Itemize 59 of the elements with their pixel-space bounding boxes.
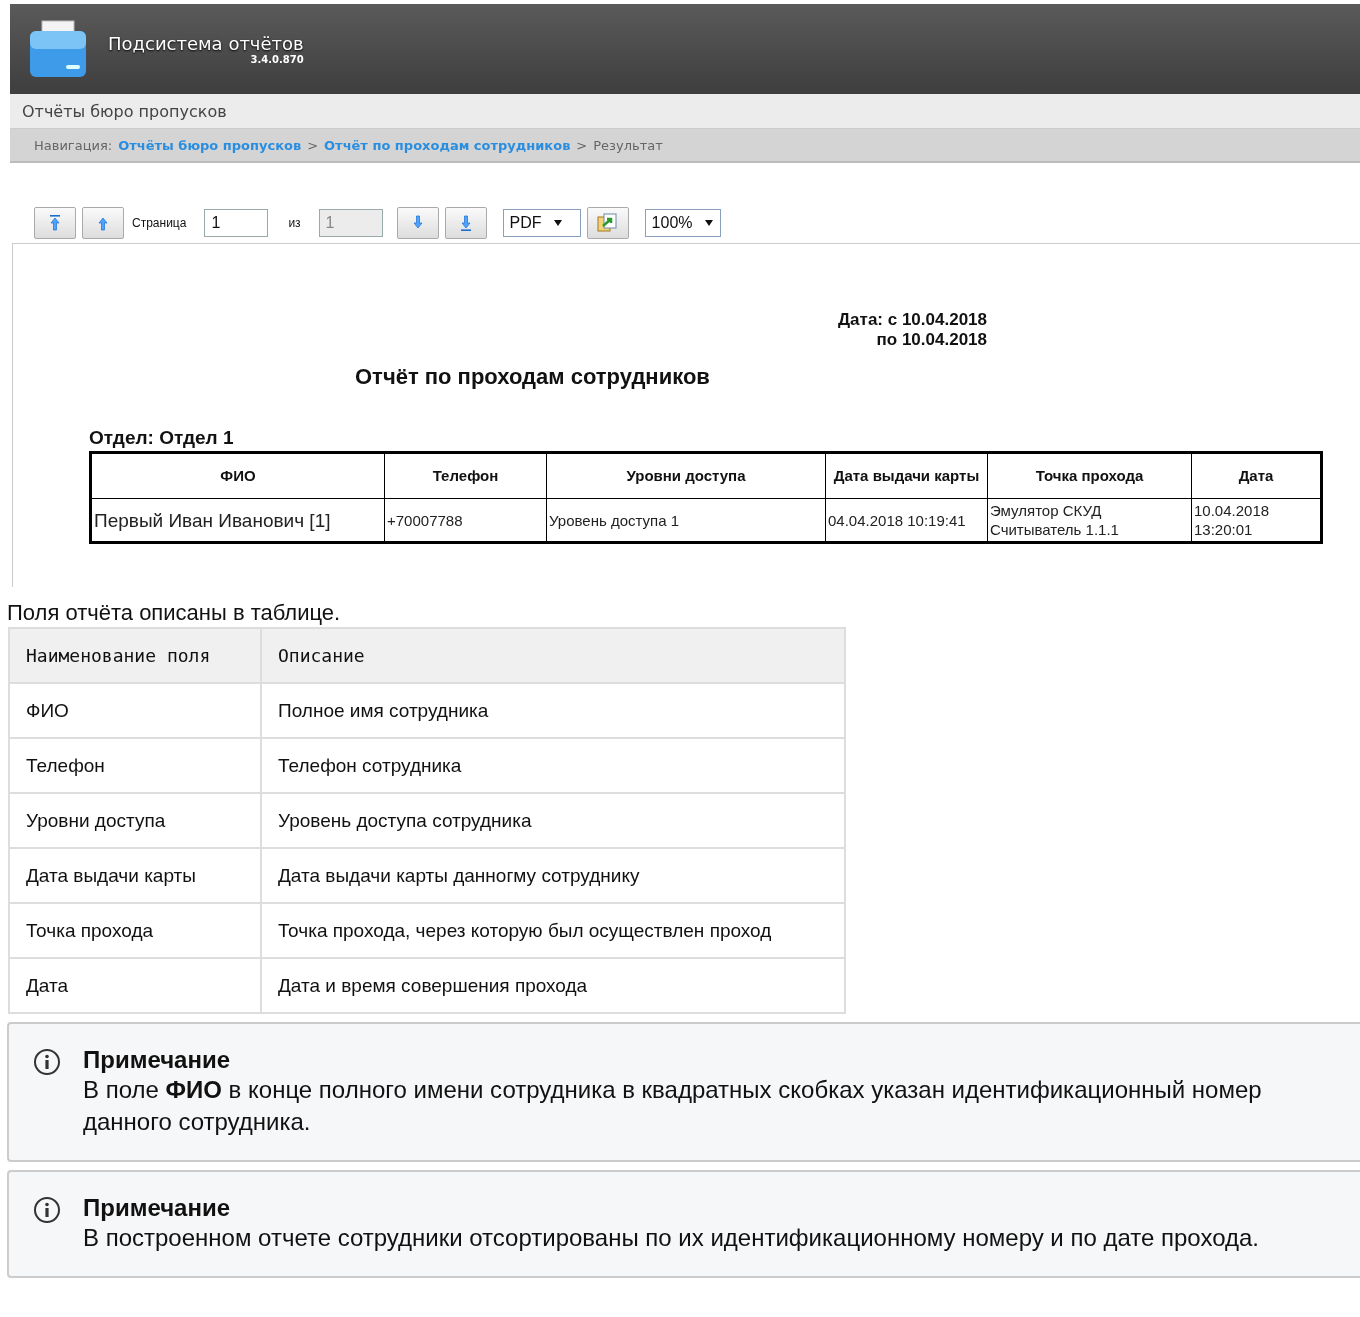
breadcrumb-separator: > — [307, 137, 319, 153]
intro-text: Поля отчёта описаны в таблице. — [7, 599, 342, 627]
page-field[interactable]: 1 — [204, 209, 269, 237]
app-version: 3.4.0.870 — [250, 54, 304, 65]
table-cell: Точка прохода, через которую был осуществлен проход — [261, 903, 845, 958]
caret-icon — [704, 220, 713, 226]
column-header: Описание — [261, 628, 845, 683]
arrow-down-icon — [460, 215, 471, 231]
table-cell: Дата — [9, 958, 261, 1013]
export-button[interactable] — [586, 207, 629, 239]
page-label: Страница — [132, 216, 187, 230]
date-range-to: по 10.04.2018 — [875, 330, 987, 350]
table-cell: Дата и время совершения прохода — [261, 958, 845, 1013]
note-text: В построенном отчете сотрудники отсортированы по их идентификационному номеру и по дате прохода. — [83, 1223, 1259, 1253]
table-cell: Телефон — [9, 738, 261, 793]
previous-page-button[interactable] — [82, 207, 124, 239]
column-header: Наименование поля — [9, 628, 261, 683]
note-text: В поле ФИО в конце полного имени сотрудника в квадратных скобках указан идентификационный номер данного сотрудника. — [83, 1075, 1263, 1137]
breadcrumb-current: Результат — [593, 137, 663, 153]
table-cell: Дата выдачи карты данногму сотруднику — [261, 848, 845, 903]
date-range-from: Дата: с 10.04.2018 — [837, 310, 987, 330]
table-cell: ФИО — [9, 683, 261, 738]
breadcrumb-label: Навигация: — [34, 137, 113, 153]
export-icon — [596, 213, 619, 233]
arrow-up-icon — [98, 215, 108, 231]
folder-icon — [28, 19, 88, 79]
table-cell: Точка прохода — [9, 903, 261, 958]
table-cell: Полное имя сотрудника — [261, 683, 845, 738]
caret-icon — [553, 220, 562, 226]
next-page-button[interactable] — [396, 207, 439, 239]
info-icon — [33, 1048, 61, 1076]
of-label: из — [288, 216, 301, 230]
table-cell: Дата выдачи карты — [9, 848, 261, 903]
department-label: Отдел: Отдел 1 — [89, 427, 234, 449]
table-cell: +70007788 — [384, 498, 547, 543]
format-dropdown[interactable]: PDF — [502, 209, 581, 237]
table-cell: Уровень доступа сотрудника — [261, 793, 845, 848]
breadcrumb-separator: > — [576, 137, 588, 153]
arrow-up-icon — [50, 215, 60, 231]
first-page-button[interactable] — [34, 207, 76, 239]
table-cell: 04.04.2018 10:19:41 — [825, 498, 988, 543]
table-cell: Уровень доступа 1 — [546, 498, 826, 543]
info-icon — [33, 1196, 61, 1224]
column-header: Телефон — [384, 452, 547, 499]
table-cell: Телефон сотрудника — [261, 738, 845, 793]
zoom-dropdown[interactable]: 100% — [644, 209, 721, 237]
last-page-button[interactable] — [444, 207, 487, 239]
table-cell: Эмулятор СКУД Считыватель 1.1.1 — [987, 498, 1192, 543]
column-header: Точка прохода — [987, 452, 1192, 499]
report-title: Отчёт по проходам сотрудников — [355, 364, 710, 390]
arrow-down-icon — [412, 215, 423, 231]
table-cell: Уровни доступа — [9, 793, 261, 848]
app-title: Подсистема отчётов — [108, 33, 304, 54]
section-title: Отчёты бюро пропусков — [10, 94, 1360, 129]
column-header: Уровни доступа — [546, 452, 826, 499]
column-header: ФИО — [90, 452, 385, 499]
note-title: Примечание — [83, 1046, 232, 1074]
column-header: Дата выдачи карты — [825, 452, 988, 499]
note-title: Примечание — [83, 1194, 232, 1222]
